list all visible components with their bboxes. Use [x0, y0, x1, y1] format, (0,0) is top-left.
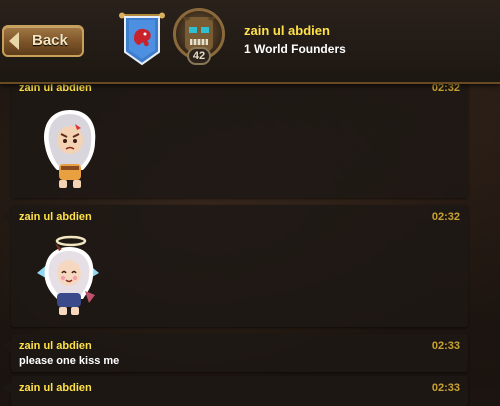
guild-name[interactable]: 1 World Founders: [244, 42, 346, 56]
chevron-left-icon: [9, 32, 19, 50]
back-button[interactable]: Back: [2, 25, 84, 57]
guild-banner-icon[interactable]: [119, 12, 165, 66]
sticker-happy-angel-hero: [37, 235, 99, 315]
chat-header: Back 42 zain ul abdien 1 World Founders: [0, 0, 500, 84]
sticker-angry-white-haired-hero: [44, 110, 96, 188]
player-name[interactable]: zain ul abdien: [244, 23, 330, 38]
chat-message: zain ul abdien 02:33 please one kiss me: [2, 334, 468, 372]
message-time: 02:33: [431, 340, 460, 352]
level-badge: 42: [187, 47, 211, 65]
back-button-label: Back: [32, 32, 68, 49]
message-sender[interactable]: zain ul abdien: [19, 340, 92, 352]
message-text[interactable]: please one kiss me: [19, 355, 119, 367]
bubble-tail: [2, 211, 11, 223]
bubble-tail: [2, 340, 11, 352]
bubble-tail: [2, 382, 11, 394]
chat-message: zain ul abdien 02:33: [2, 376, 468, 406]
chat-message: zain ul abdien 02:32: [11, 76, 468, 198]
message-sender[interactable]: zain ul abdien: [19, 382, 92, 394]
chat-message: zain ul abdien 02:32: [2, 205, 468, 327]
message-time: 02:33: [431, 382, 460, 394]
message-time: 02:32: [431, 211, 460, 223]
message-sender[interactable]: zain ul abdien: [19, 211, 92, 223]
